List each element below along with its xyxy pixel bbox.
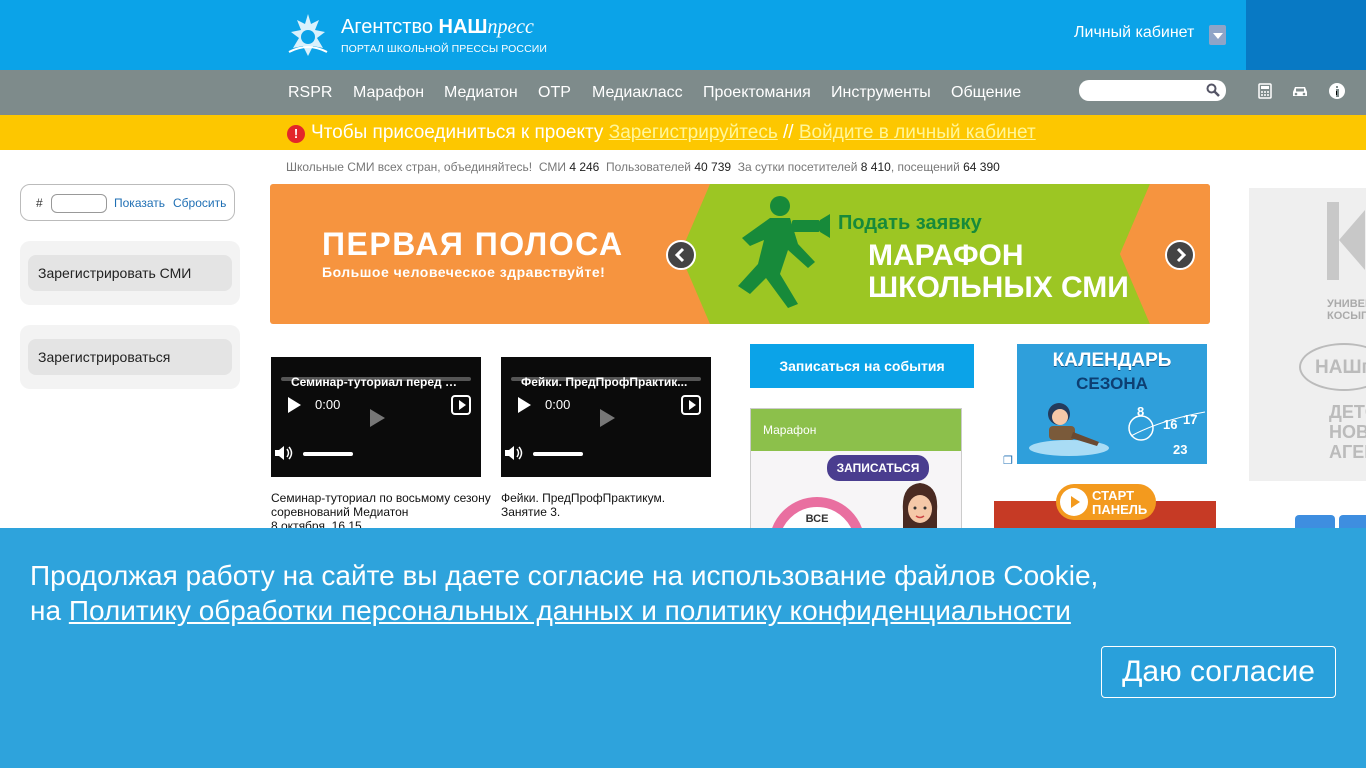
- register-media-button[interactable]: Зарегистрировать СМИ: [28, 255, 232, 291]
- nav-item-tools[interactable]: Инструменты: [831, 84, 931, 102]
- register-notice: ! Чтобы присоединиться к проекту Зарегис…: [0, 115, 1366, 150]
- video-time: 0:00: [545, 397, 571, 412]
- chevron-right-icon: [1176, 247, 1187, 263]
- video-caption[interactable]: Фейки. ПредПрофПрактикум. Занятие 3.: [501, 491, 701, 519]
- nav-item-otr[interactable]: ОТР: [538, 84, 571, 102]
- nav-item-communication[interactable]: Общение: [951, 84, 1021, 102]
- big-play-icon[interactable]: [370, 409, 385, 427]
- nashpress-partner-logo: НАШп: [1299, 343, 1366, 391]
- play-icon[interactable]: [518, 397, 531, 413]
- play-icon[interactable]: [288, 397, 301, 413]
- volume-icon[interactable]: [504, 445, 524, 461]
- volume-slider[interactable]: [303, 452, 353, 456]
- id-input[interactable]: [51, 194, 107, 213]
- play-icon: [1060, 488, 1088, 516]
- show-link[interactable]: Показать: [114, 196, 165, 210]
- banner-title: ПЕРВАЯ ПОЛОСА: [322, 226, 624, 262]
- events-signup-button[interactable]: Записаться на события: [750, 344, 974, 388]
- chevron-left-icon: [674, 247, 685, 263]
- register-media-card: Зарегистрировать СМИ: [20, 241, 240, 305]
- brand-title: Агентство НАШпресс: [341, 16, 534, 38]
- calendar-dates: 8 16 17 23: [1128, 404, 1206, 457]
- site-header: Агентство НАШпресс ПОРТАЛ ШКОЛЬНОЙ ПРЕСС…: [0, 0, 1366, 70]
- header-right-panel: [1246, 0, 1366, 70]
- nav-item-mediaton[interactable]: Медиатон: [444, 84, 518, 102]
- svg-text:8: 8: [1137, 404, 1144, 419]
- video-title: Фейки. ПредПрофПрактик...: [521, 375, 688, 389]
- marathon-signup-button[interactable]: ЗАПИСАТЬСЯ: [827, 455, 929, 481]
- logo-icon[interactable]: [285, 12, 331, 58]
- banner-cta: Подать заявку: [838, 212, 982, 234]
- notice-text: Чтобы присоединиться к проекту Зарегистр…: [311, 122, 1036, 143]
- cabinet-link[interactable]: Личный кабинет: [1074, 24, 1194, 42]
- privacy-policy-link[interactable]: Политику обработки персональных данных и…: [69, 595, 1071, 626]
- season-calendar-banner[interactable]: КАЛЕНДАРЬ СЕЗОНА 8 16 17 23: [1017, 344, 1207, 464]
- cookie-text: Продолжая работу на сайте вы даете согла…: [30, 560, 1099, 626]
- video-caption[interactable]: Семинар-туториал по восьмому сезону соре…: [271, 491, 496, 533]
- checkbox-icon[interactable]: ❐: [1003, 454, 1013, 467]
- university-logo-icon: [1327, 202, 1365, 280]
- calendar-title: КАЛЕНДАРЬ: [1052, 350, 1172, 371]
- video-time: 0:00: [315, 397, 341, 412]
- svg-text:16: 16: [1163, 417, 1177, 432]
- car-icon[interactable]: [1291, 82, 1309, 100]
- nav-item-mediaclass[interactable]: Медиакласс: [592, 84, 683, 102]
- register-button[interactable]: Зарегистрироваться: [28, 339, 232, 375]
- search-input[interactable]: [1079, 80, 1226, 101]
- cookie-consent-banner: Продолжая работу на сайте вы даете согла…: [0, 528, 1366, 768]
- big-play-icon[interactable]: [600, 409, 615, 427]
- id-filter: # Показать Сбросить: [20, 184, 235, 221]
- main-nav: RSPR Марафон Медиатон ОТР Медиакласс Про…: [0, 70, 1366, 115]
- banner-next-button[interactable]: [1165, 240, 1195, 270]
- svg-text:23: 23: [1173, 442, 1187, 457]
- info-icon[interactable]: [1328, 82, 1346, 100]
- banner-heading: МАРАФОН ШКОЛЬНЫХ СМИ: [868, 239, 1129, 304]
- login-link[interactable]: Войдите в личный кабинет: [799, 122, 1036, 143]
- marathon-header: Марафон: [751, 409, 961, 451]
- brand-subtitle: ПОРТАЛ ШКОЛЬНОЙ ПРЕССЫ РОССИИ: [341, 43, 548, 55]
- calculator-icon[interactable]: [1256, 82, 1274, 100]
- partner-agency: ДЕТСКНОВОСТАГЕНТО: [1329, 402, 1366, 462]
- calendar-subtitle: СЕЗОНА: [1076, 374, 1148, 393]
- marathon-card[interactable]: Марафон ЗАПИСАТЬСЯ ВСЕ: [750, 408, 962, 538]
- hash-label: #: [36, 196, 43, 210]
- nav-item-rspr[interactable]: RSPR: [288, 84, 332, 102]
- cookie-accept-button[interactable]: Даю согласие: [1101, 646, 1336, 698]
- register-card: Зарегистрироваться: [20, 325, 240, 389]
- site-stats: Школьные СМИ всех стран, объединяйтесь! …: [286, 160, 1000, 174]
- partner-university: УНИВЕРКОСЫГ: [1327, 298, 1366, 322]
- svg-text:17: 17: [1183, 412, 1197, 427]
- volume-icon[interactable]: [274, 445, 294, 461]
- search-icon[interactable]: [1206, 83, 1220, 97]
- volume-slider[interactable]: [533, 452, 583, 456]
- nav-item-projectomania[interactable]: Проектомания: [703, 84, 811, 102]
- pip-icon[interactable]: [681, 395, 701, 415]
- warning-icon: !: [287, 125, 305, 143]
- video-title: Семинар-туториал перед н...: [291, 375, 461, 389]
- skater-illustration: [1029, 403, 1109, 456]
- chevron-down-icon[interactable]: [1209, 25, 1226, 45]
- pip-icon[interactable]: [451, 395, 471, 415]
- partners-column[interactable]: УНИВЕРКОСЫГ НАШп ДЕТСКНОВОСТАГЕНТО: [1249, 188, 1366, 481]
- hero-banner[interactable]: ПЕРВАЯ ПОЛОСА Большое человеческое здрав…: [270, 184, 1210, 324]
- video-player[interactable]: Фейки. ПредПрофПрактик... 0:00: [501, 357, 711, 477]
- banner-prev-button[interactable]: [666, 240, 696, 270]
- banner-subtitle: Большое человеческое здравствуйте!: [322, 264, 606, 280]
- reset-link[interactable]: Сбросить: [173, 196, 226, 210]
- brand[interactable]: Агентство НАШпресс ПОРТАЛ ШКОЛЬНОЙ ПРЕСС…: [341, 15, 547, 55]
- register-link[interactable]: Зарегистрируйтесь: [609, 122, 778, 143]
- video-player[interactable]: Семинар-туториал перед н... 0:00: [271, 357, 481, 477]
- nav-item-marathon[interactable]: Марафон: [353, 84, 424, 102]
